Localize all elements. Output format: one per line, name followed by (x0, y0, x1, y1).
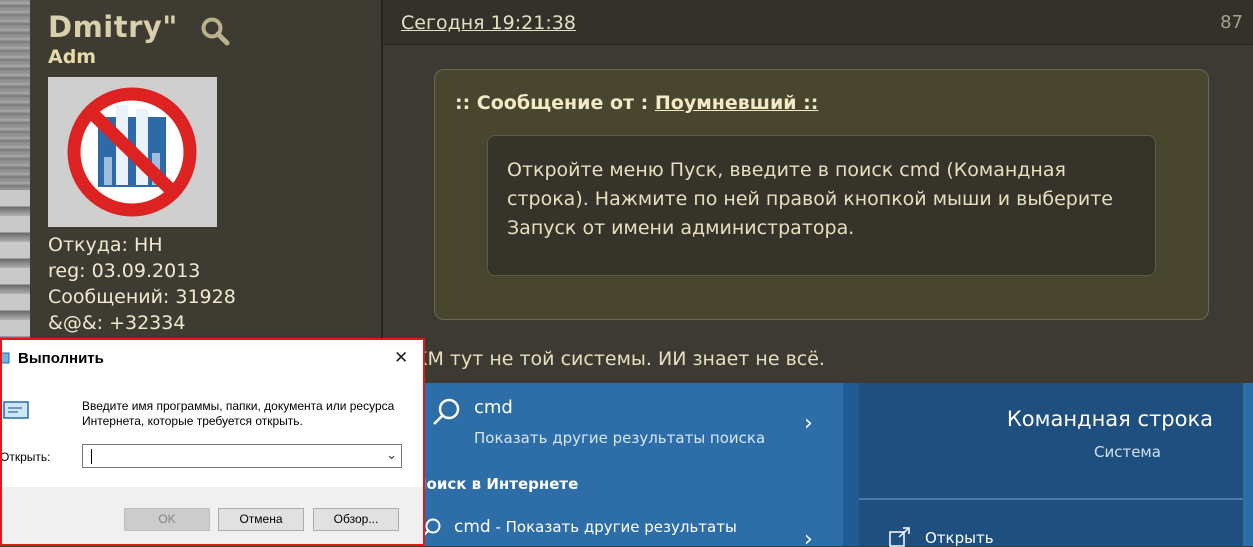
user-reputation: &@&: +32334 (48, 312, 186, 334)
search-scroll-area (1243, 383, 1253, 546)
search-query[interactable]: cmd (474, 397, 513, 418)
open-field-label: Открыть: (0, 450, 51, 464)
quote-prefix: :: Сообщение от : (455, 92, 655, 114)
user-message-count: Сообщений: 31928 (48, 286, 236, 308)
ok-button[interactable]: OK (124, 508, 210, 531)
result-type: Система (1094, 443, 1161, 461)
quote-text: Откройте меню Пуск, введите в поиск cmd … (507, 159, 1113, 239)
user-name[interactable]: Dmitry" (48, 10, 178, 44)
user-rank: Adm (48, 46, 97, 68)
search-query-subtitle: Показать другие результаты поиска (474, 429, 766, 447)
text-caret (91, 449, 92, 464)
quote-body: Откройте меню Пуск, введите в поиск cmd … (487, 135, 1156, 276)
run-program-icon (3, 401, 29, 419)
run-dialog-description: Введите имя программы, папки, документа … (82, 399, 395, 428)
avatar (48, 77, 217, 227)
web-search-section: Поиск в Интернете (414, 475, 579, 493)
run-dialog: Выполнить ✕ Введите имя программы, папки… (0, 338, 425, 546)
run-dialog-body: Введите имя программы, папки, документа … (2, 377, 423, 487)
run-icon (2, 352, 10, 364)
background-tower (0, 190, 30, 340)
user-reg-date: reg: 03.09.2013 (48, 260, 201, 282)
search-icon[interactable] (200, 16, 230, 46)
result-title: Командная строка (1006, 407, 1213, 431)
open-action[interactable]: Открыть (925, 529, 994, 547)
search-divider (843, 383, 859, 546)
run-dialog-titlebar[interactable]: Выполнить ✕ (2, 340, 423, 377)
result-divider (859, 498, 1243, 500)
post-text: КМ тут не той системы. ИИ знает не всё. (414, 348, 825, 370)
windows-search-results: cmd Показать другие результаты поиска › … (414, 383, 843, 546)
search-icon (433, 398, 460, 425)
chevron-down-icon[interactable]: ⌄ (386, 447, 397, 463)
user-location: Откуда: НН (48, 234, 163, 256)
close-icon[interactable]: ✕ (394, 348, 408, 368)
web-query-subtitle: - Показать другие результаты (490, 518, 737, 536)
browse-button[interactable]: Обзор... (313, 508, 399, 531)
cancel-button[interactable]: Отмена (218, 508, 304, 531)
web-search-result[interactable]: cmd - Показать другие результаты (454, 517, 737, 537)
chevron-right-icon[interactable]: › (804, 411, 813, 436)
open-icon (889, 527, 910, 547)
post-number[interactable]: 87 (1220, 12, 1243, 33)
run-dialog-title: Выполнить (18, 350, 104, 367)
quote-box: :: Сообщение от : Поумневший :: Откройте… (434, 69, 1209, 320)
post-date[interactable]: Сегодня 19:21:38 (401, 12, 576, 34)
chevron-right-icon[interactable]: › (804, 527, 813, 546)
quote-header: :: Сообщение от : Поумневший :: (455, 92, 818, 114)
search-result-detail: Командная строка Система Открыть (859, 383, 1243, 547)
open-input[interactable]: ⌄ (82, 444, 402, 468)
quote-author-link[interactable]: Поумневший :: (655, 92, 819, 114)
web-query: cmd (454, 517, 491, 537)
